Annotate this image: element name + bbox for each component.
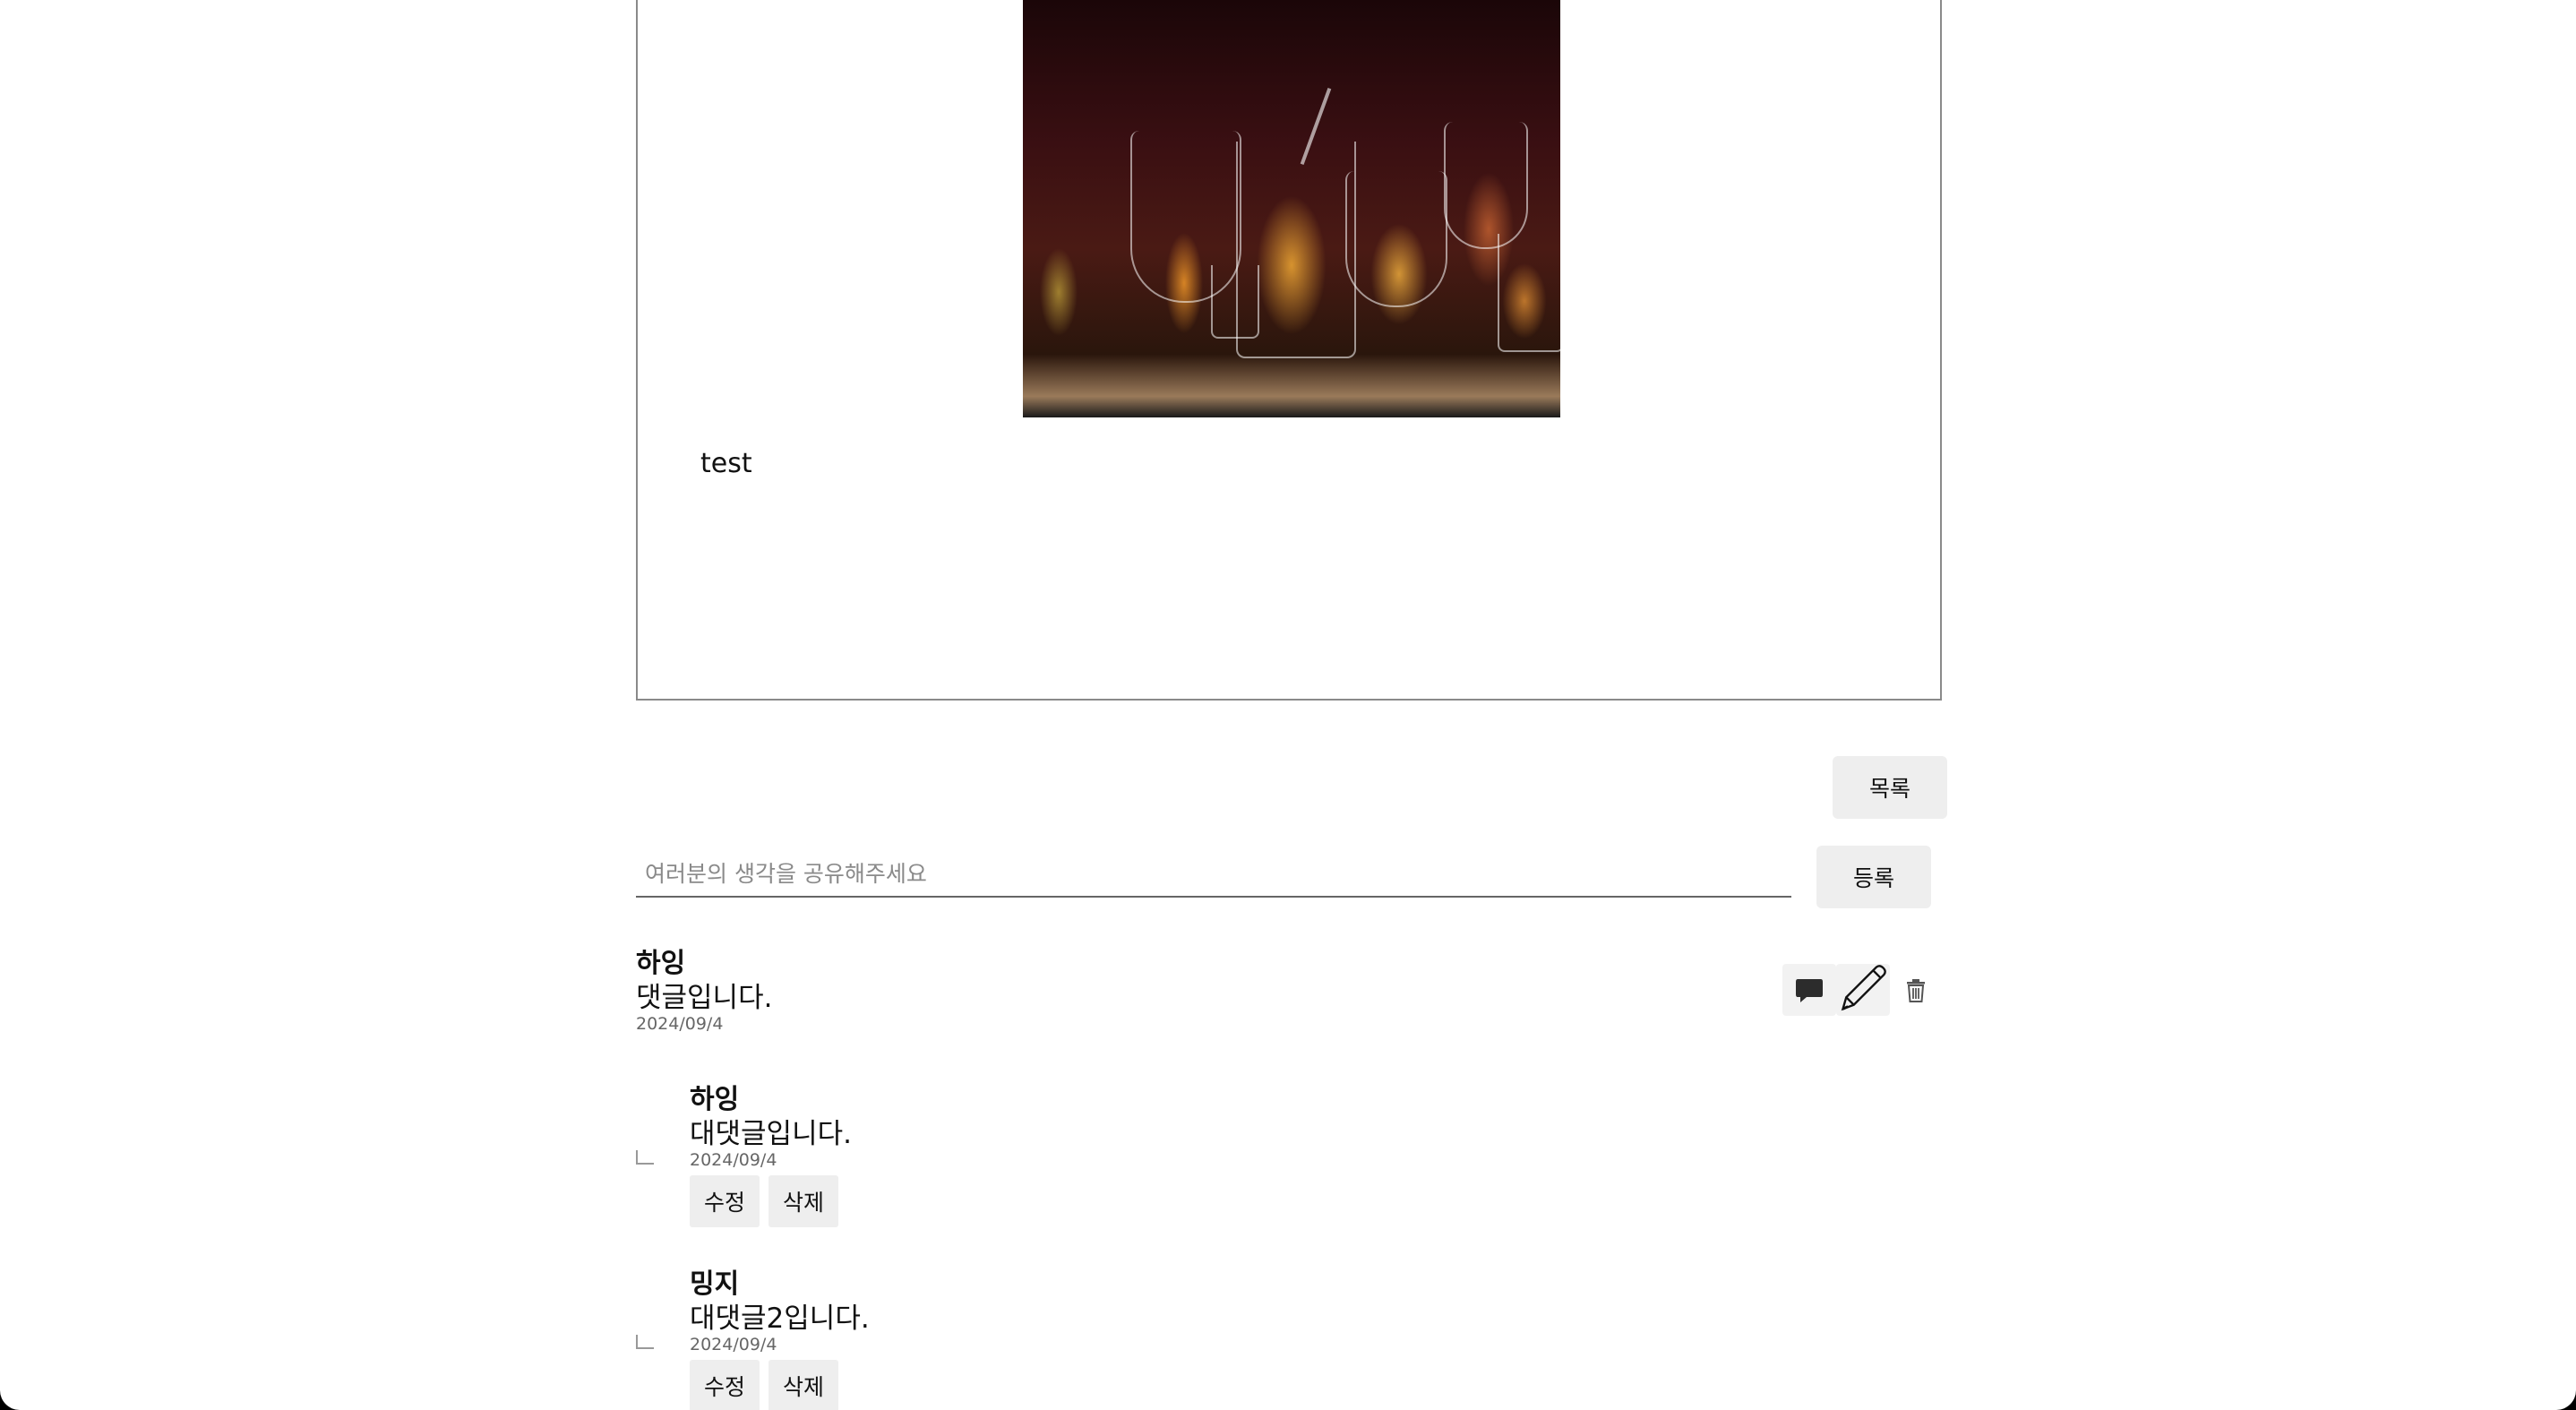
edit-reply-button[interactable]: 수정 [690, 1360, 760, 1410]
delete-reply-button[interactable]: 삭제 [769, 1175, 838, 1227]
comment-input[interactable] [636, 851, 1791, 898]
comment-date: 2024/09/4 [636, 1014, 724, 1034]
edit-reply-button[interactable]: 수정 [690, 1175, 760, 1227]
trash-icon [1907, 979, 1925, 1002]
reply-date: 2024/09/4 [690, 1335, 777, 1354]
post-content-box: test [636, 0, 1942, 701]
reply-date: 2024/09/4 [690, 1150, 777, 1170]
list-button[interactable]: 목록 [1833, 756, 1947, 819]
reply-text: 대댓글입니다. [690, 1118, 852, 1150]
comment-text: 댓글입니다. [636, 982, 773, 1014]
pencil-icon [1841, 965, 1886, 1011]
page: test 목록 등록 하잉 댓글입니다. 2024/09/4 [0, 0, 2576, 1410]
delete-comment-button[interactable] [1902, 976, 1929, 1005]
reply-indent-icon [636, 1335, 654, 1349]
register-comment-button[interactable]: 등록 [1816, 846, 1931, 908]
reply-text: 대댓글2입니다. [690, 1303, 870, 1335]
delete-reply-button[interactable]: 삭제 [769, 1360, 838, 1410]
post-body-text: test [700, 448, 752, 479]
speech-bubble-icon [1796, 979, 1823, 1002]
edit-comment-button[interactable] [1836, 964, 1890, 1016]
reply-indent-icon [636, 1150, 654, 1165]
reply-button[interactable] [1782, 964, 1836, 1016]
post-image-cocktail-glasses [1023, 0, 1564, 417]
